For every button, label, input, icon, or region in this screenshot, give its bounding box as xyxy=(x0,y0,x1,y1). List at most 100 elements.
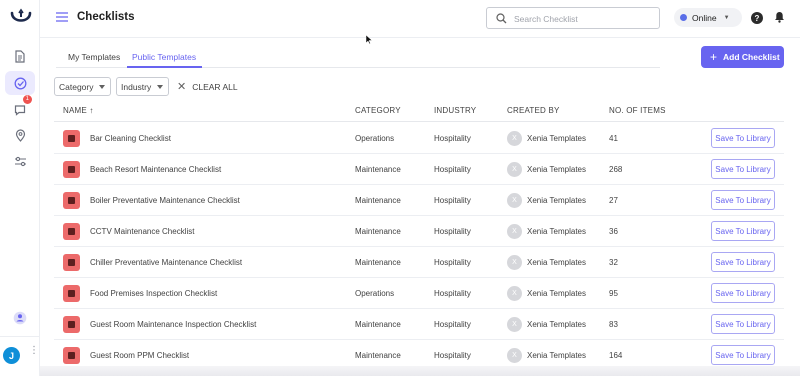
mouse-cursor-icon xyxy=(365,32,373,50)
table-row[interactable]: Guest Room Maintenance Inspection Checkl… xyxy=(54,309,784,340)
save-to-library-button[interactable]: Save To Library xyxy=(711,252,775,272)
row-created-by: Xenia Templates xyxy=(527,258,586,267)
camera-icon xyxy=(63,223,80,240)
status-dot xyxy=(680,14,687,21)
rail-settings[interactable] xyxy=(5,149,35,173)
rail-checklists[interactable] xyxy=(5,71,35,95)
clear-all-label: CLEAR ALL xyxy=(192,81,238,92)
save-to-library-button[interactable]: Save To Library xyxy=(711,190,775,210)
creator-avatar: X xyxy=(507,162,522,177)
document-icon xyxy=(15,49,25,63)
table-row[interactable]: Bar Cleaning Checklist Operations Hospital… xyxy=(54,123,784,154)
chat-badge: 1 xyxy=(22,95,32,104)
tab-my-templates[interactable]: My Templates xyxy=(68,52,120,62)
creator-avatar: X xyxy=(507,193,522,208)
row-industry: Hospitality xyxy=(434,196,471,205)
row-name[interactable]: Boiler Preventative Maintenance Checklis… xyxy=(90,196,240,205)
row-category: Maintenance xyxy=(355,320,401,329)
save-to-library-button[interactable]: Save To Library xyxy=(711,221,775,241)
plus-icon: + xyxy=(710,50,718,64)
row-name[interactable]: Food Premises Inspection Checklist xyxy=(90,289,217,298)
row-created-by: Xenia Templates xyxy=(527,196,586,205)
row-category: Maintenance xyxy=(355,196,401,205)
status-dropdown[interactable]: Online ▼ xyxy=(674,8,742,27)
row-created-by: Xenia Templates xyxy=(527,289,586,298)
rail-chat[interactable]: 1 xyxy=(5,95,35,122)
app: 1 J ⋮ Checklists Online ▼ ? xyxy=(0,0,800,376)
row-name[interactable]: Guest Room Maintenance Inspection Checkl… xyxy=(90,320,256,329)
save-to-library-button[interactable]: Save To Library xyxy=(711,314,775,334)
caret-down-icon xyxy=(157,85,163,89)
row-category: Maintenance xyxy=(355,351,401,360)
category-filter[interactable]: Category xyxy=(54,77,111,96)
row-industry: Hospitality xyxy=(434,289,471,298)
save-to-library-button[interactable]: Save To Library xyxy=(711,345,775,365)
column-category[interactable]: CATEGORY xyxy=(355,106,401,115)
table-row[interactable]: Food Premises Inspection Checklist Operat… xyxy=(54,278,784,309)
bed-icon xyxy=(63,347,80,364)
row-name[interactable]: CCTV Maintenance Checklist xyxy=(90,227,194,236)
industry-filter[interactable]: Industry xyxy=(116,77,169,96)
truck-icon xyxy=(63,285,80,302)
row-industry: Hospitality xyxy=(434,134,471,143)
bar-icon xyxy=(63,130,80,147)
row-item-count: 83 xyxy=(609,320,618,329)
row-item-count: 27 xyxy=(609,196,618,205)
chat-icon xyxy=(14,105,26,116)
clear-all-button[interactable]: ✕ CLEAR ALL xyxy=(177,80,238,93)
column-name[interactable]: NAME ↑ xyxy=(63,106,94,115)
close-icon: ✕ xyxy=(177,81,187,93)
creator-avatar: X xyxy=(507,131,522,146)
table-row[interactable]: Boiler Preventative Maintenance Checklis… xyxy=(54,185,784,216)
row-item-count: 41 xyxy=(609,134,618,143)
row-item-count: 32 xyxy=(609,258,618,267)
row-category: Maintenance xyxy=(355,165,401,174)
save-to-library-button[interactable]: Save To Library xyxy=(711,128,775,148)
column-created-by[interactable]: CREATED BY xyxy=(507,106,560,115)
user-avatar[interactable]: J xyxy=(3,347,20,364)
left-rail: 1 J ⋮ xyxy=(0,0,40,376)
row-category: Operations xyxy=(355,289,395,298)
column-industry[interactable]: INDUSTRY xyxy=(434,106,476,115)
tools-icon xyxy=(63,192,80,209)
location-pin-icon xyxy=(15,128,25,142)
row-created-by: Xenia Templates xyxy=(527,320,586,329)
notification-bell-icon[interactable] xyxy=(774,11,785,23)
save-to-library-button[interactable]: Save To Library xyxy=(711,283,775,303)
thermometer-icon xyxy=(63,254,80,271)
rail-locations[interactable] xyxy=(5,123,35,147)
row-name[interactable]: Guest Room PPM Checklist xyxy=(90,351,189,360)
creator-avatar: X xyxy=(507,317,522,332)
add-checklist-button[interactable]: + Add Checklist xyxy=(701,46,784,68)
table-row[interactable]: CCTV Maintenance Checklist Maintenance Hos… xyxy=(54,216,784,247)
caret-down-icon xyxy=(99,85,105,89)
row-name[interactable]: Bar Cleaning Checklist xyxy=(90,134,171,143)
row-created-by: Xenia Templates xyxy=(527,134,586,143)
more-vertical-icon[interactable]: ⋮ xyxy=(29,346,39,356)
page-title: Checklists xyxy=(77,11,135,23)
row-name[interactable]: Chiller Preventative Maintenance Checkli… xyxy=(90,258,242,267)
save-to-library-button[interactable]: Save To Library xyxy=(711,159,775,179)
hamburger-menu-icon[interactable] xyxy=(56,12,68,22)
rail-user-settings[interactable] xyxy=(5,306,35,330)
tab-public-templates[interactable]: Public Templates xyxy=(132,52,196,62)
row-industry: Hospitality xyxy=(434,258,471,267)
table-row[interactable]: Beach Resort Maintenance Checklist Mainte… xyxy=(54,154,784,185)
row-industry: Hospitality xyxy=(434,227,471,236)
row-item-count: 36 xyxy=(609,227,618,236)
bed-icon xyxy=(63,316,80,333)
search-box[interactable] xyxy=(486,7,660,29)
table-row[interactable]: Chiller Preventative Maintenance Checkli… xyxy=(54,247,784,278)
help-icon[interactable]: ? xyxy=(751,12,763,24)
column-no-of-items[interactable]: NO. OF ITEMS xyxy=(609,106,666,115)
search-input[interactable] xyxy=(514,11,654,26)
creator-avatar: X xyxy=(507,348,522,363)
status-label: Online xyxy=(692,12,717,23)
row-created-by: Xenia Templates xyxy=(527,165,586,174)
row-name[interactable]: Beach Resort Maintenance Checklist xyxy=(90,165,221,174)
add-checklist-label: Add Checklist xyxy=(723,52,780,62)
row-category: Operations xyxy=(355,134,395,143)
logo-icon[interactable] xyxy=(9,7,33,29)
rail-documents[interactable] xyxy=(5,44,35,68)
row-industry: Hospitality xyxy=(434,165,471,174)
